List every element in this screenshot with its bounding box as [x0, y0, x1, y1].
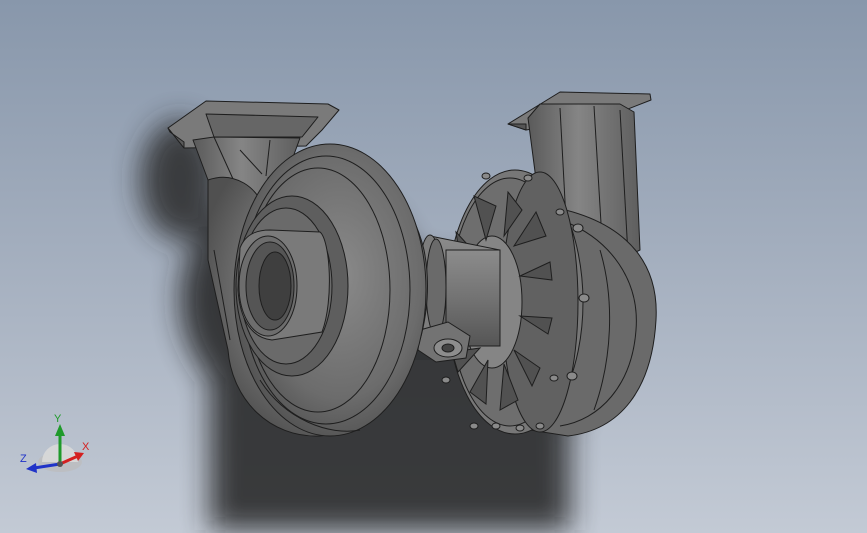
triad-z-label: Z	[20, 453, 27, 465]
shaft-housing[interactable]	[417, 234, 501, 363]
suction-inlet[interactable]	[237, 229, 330, 341]
axis-triad[interactable]: Y X Z	[14, 412, 98, 478]
pump-3d-model[interactable]	[0, 0, 867, 533]
triad-x-label: X	[82, 441, 90, 453]
triad-y-label: Y	[54, 413, 62, 425]
graphics-viewport[interactable]: Y X Z	[0, 0, 867, 533]
